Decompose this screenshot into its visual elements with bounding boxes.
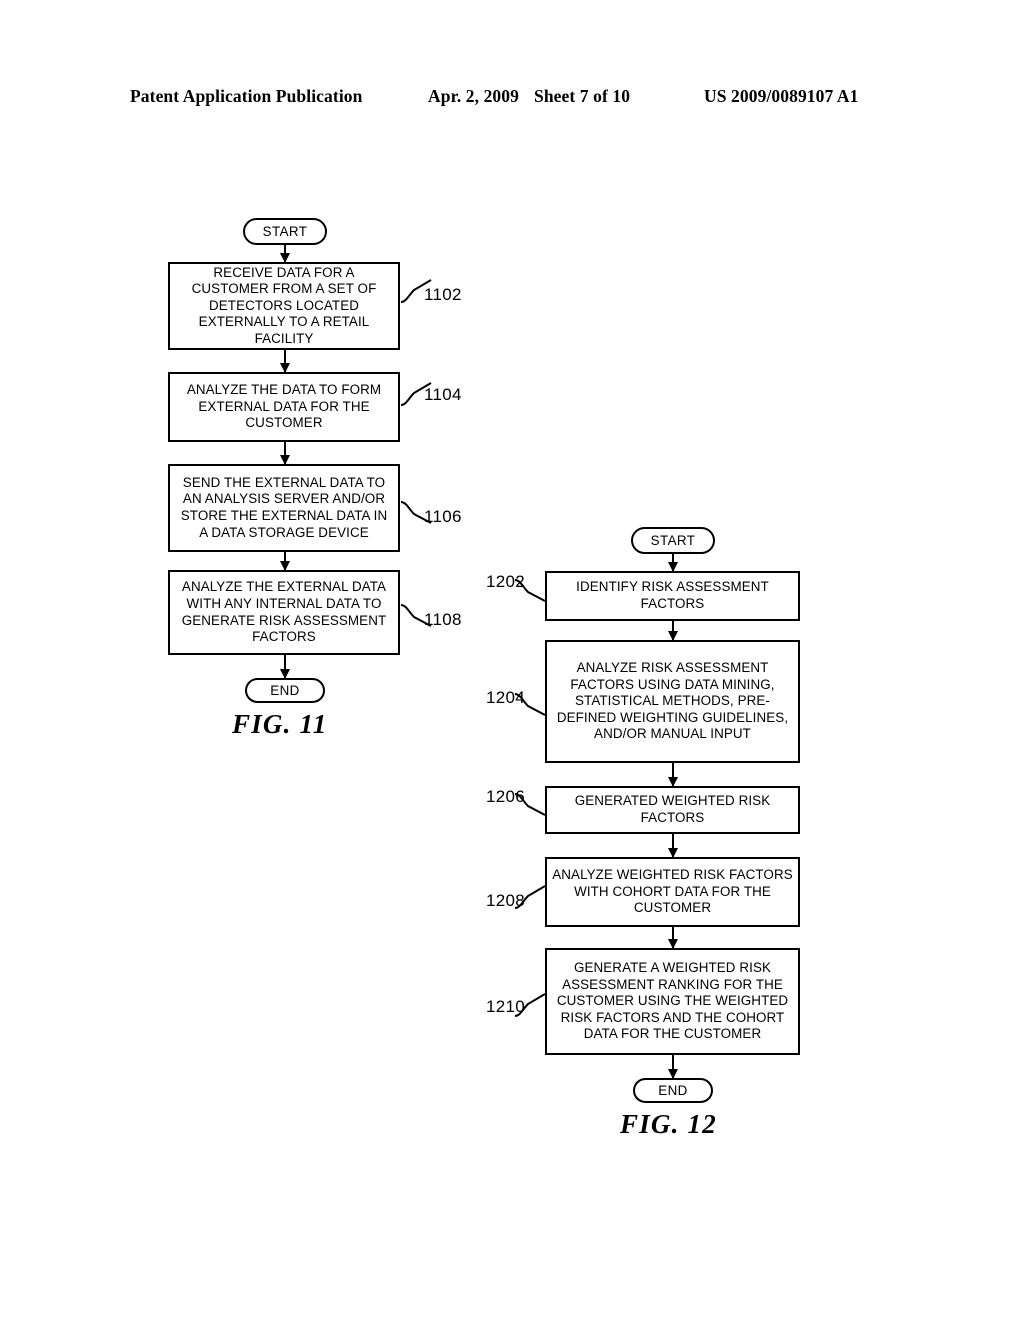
fig12-step-1206-box: GENERATED WEIGHTED RISK FACTORS (545, 786, 800, 834)
fig11-ref-1104: 1104 (424, 385, 462, 404)
fig11-connector-1102-1104 (283, 350, 287, 372)
fig12-connector-start-1202 (671, 554, 675, 571)
fig12-step-1210-text: GENERATE A WEIGHTED RISK ASSESSMENT RANK… (556, 960, 789, 1042)
fig12-step-1208-box: ANALYZE WEIGHTED RISK FACTORS WITH COHOR… (545, 857, 800, 927)
fig12-ref-1206: 1206 (486, 787, 526, 806)
fig12-connector-1206-1208 (671, 834, 675, 857)
header-sheet: Sheet 7 of 10 (534, 86, 631, 106)
page-header: Patent Application Publication Apr. 2, 2… (0, 86, 1024, 112)
fig11-step-1104-text: ANALYZE THE DATA TO FORM EXTERNAL DATA F… (186, 382, 382, 431)
fig12-start-terminator: START (631, 527, 715, 554)
header-patent-number: US 2009/0089107 A1 (704, 86, 859, 106)
fig11-step-1106-box: SEND THE EXTERNAL DATA TO AN ANALYSIS SE… (168, 464, 400, 552)
fig11-connector-start-1102 (283, 245, 287, 262)
fig12-connector-1208-1210 (671, 927, 675, 948)
fig12-step-1204-box: ANALYZE RISK ASSESSMENT FACTORS USING DA… (545, 640, 800, 763)
fig11-end-label: END (270, 683, 300, 698)
fig11-step-1102-text: RECEIVE DATA FOR A CUSTOMER FROM A SET O… (191, 264, 377, 346)
fig12-step-1202-box: IDENTIFY RISK ASSESSMENT FACTORS (545, 571, 800, 621)
fig11-step-1108-text: ANALYZE THE EXTERNAL DATA WITH ANY INTER… (181, 579, 387, 645)
fig12-step-1204-text: ANALYZE RISK ASSESSMENT FACTORS USING DA… (556, 660, 789, 742)
fig11-step-1108-box: ANALYZE THE EXTERNAL DATA WITH ANY INTER… (168, 570, 400, 655)
fig12-step-1210-box: GENERATE A WEIGHTED RISK ASSESSMENT RANK… (545, 948, 800, 1055)
fig11-step-1106-text: SEND THE EXTERNAL DATA TO AN ANALYSIS SE… (180, 474, 388, 540)
fig11-ref-1106: 1106 (424, 507, 462, 526)
fig12-connector-1210-end (671, 1055, 675, 1078)
fig11-connector-1106-1108 (283, 552, 287, 570)
fig11-start-label: START (262, 224, 308, 239)
fig12-ref-1202: 1202 (486, 572, 526, 591)
fig12-start-label: START (650, 533, 696, 548)
fig11-start-terminator: START (243, 218, 327, 245)
fig12-step-1206-text: GENERATED WEIGHTED RISK FACTORS (574, 793, 771, 825)
fig12-step-1202-text: IDENTIFY RISK ASSESSMENT FACTORS (576, 579, 769, 611)
fig12-ref-1208: 1208 (486, 891, 526, 910)
fig12-ref-1204: 1204 (486, 688, 526, 707)
fig12-connector-1204-1206 (671, 763, 675, 786)
fig11-step-1102-box: RECEIVE DATA FOR A CUSTOMER FROM A SET O… (168, 262, 400, 350)
fig12-step-1208-text: ANALYZE WEIGHTED RISK FACTORS WITH COHOR… (552, 867, 793, 916)
fig12-caption: FIG. 12 (620, 1109, 717, 1139)
fig12-ref-1210: 1210 (486, 997, 526, 1016)
fig11-caption: FIG. 11 (232, 709, 328, 739)
fig11-connector-1104-1106 (283, 442, 287, 464)
fig12-end-label: END (658, 1083, 688, 1098)
header-date: Apr. 2, 2009 (428, 86, 519, 106)
fig11-ref-1102: 1102 (424, 285, 462, 304)
fig11-step-1104-box: ANALYZE THE DATA TO FORM EXTERNAL DATA F… (168, 372, 400, 442)
fig11-ref-1108: 1108 (424, 610, 462, 629)
fig11-connector-1108-end (283, 655, 287, 678)
fig12-connector-1202-1204 (671, 621, 675, 640)
fig12-end-terminator: END (633, 1078, 713, 1103)
fig11-end-terminator: END (245, 678, 325, 703)
header-publication: Patent Application Publication (130, 86, 363, 106)
